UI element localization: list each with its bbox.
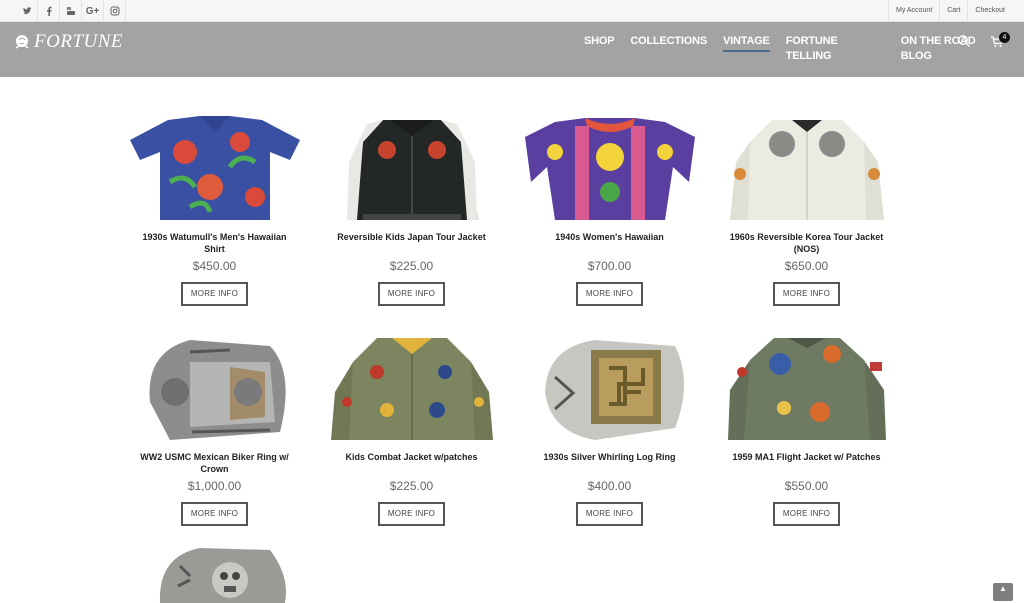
more-info-button[interactable]: MORE INFO bbox=[181, 282, 248, 306]
product-image[interactable] bbox=[130, 332, 300, 440]
search-icon[interactable] bbox=[957, 34, 971, 48]
more-info-button[interactable]: MORE INFO bbox=[378, 502, 445, 526]
product-price: $225.00 bbox=[389, 479, 434, 493]
youtube-icon[interactable] bbox=[60, 0, 82, 22]
product-price: $700.00 bbox=[587, 259, 632, 273]
more-info-button[interactable]: MORE INFO bbox=[378, 282, 445, 306]
google-plus-icon[interactable]: G+ bbox=[82, 0, 104, 22]
product-image[interactable] bbox=[130, 546, 300, 603]
product-card: 1940s Women's Hawaiian $700.00 MORE INFO bbox=[511, 112, 708, 306]
nav-collections[interactable]: COLLECTIONS bbox=[630, 34, 707, 52]
more-info-button[interactable]: MORE INFO bbox=[181, 502, 248, 526]
nav-fortune-telling[interactable]: FORTUNE TELLING bbox=[786, 34, 885, 62]
product-card: 1930s Silver Whirling Log Ring $400.00 M… bbox=[511, 332, 708, 526]
product-image[interactable] bbox=[524, 112, 695, 220]
twitter-icon[interactable] bbox=[16, 0, 38, 22]
product-title[interactable]: Reversible Kids Japan Tour Jacket bbox=[313, 231, 510, 257]
product-image[interactable] bbox=[722, 332, 892, 440]
site-logo[interactable]: FORTUNE bbox=[12, 30, 123, 54]
product-card: WW2 USMC Mexican Biker Ring w/ Crown $1,… bbox=[116, 332, 313, 526]
chevron-up-icon: ▲ bbox=[999, 584, 1007, 593]
cart-link[interactable]: Cart bbox=[939, 0, 967, 22]
product-card: 1930s Watumull's Men's Hawaiian Shirt $4… bbox=[116, 112, 313, 306]
product-image[interactable] bbox=[327, 332, 497, 440]
product-card: Reversible Kids Japan Tour Jacket $225.0… bbox=[313, 112, 510, 306]
product-price: $400.00 bbox=[587, 479, 632, 493]
social-links: G+ bbox=[16, 0, 126, 22]
product-card: 1959 MA1 Flight Jacket w/ Patches $550.0… bbox=[708, 332, 905, 526]
product-image[interactable] bbox=[722, 112, 892, 220]
more-info-button[interactable]: MORE INFO bbox=[773, 502, 840, 526]
my-account-link[interactable]: My Account bbox=[888, 0, 939, 22]
logo-wordmark: FORTUNE bbox=[34, 31, 123, 52]
top-utility-bar: G+ My Account Cart Checkout bbox=[0, 0, 1024, 22]
product-title[interactable]: 1959 MA1 Flight Jacket w/ Patches bbox=[708, 451, 905, 477]
account-links: My Account Cart Checkout bbox=[888, 0, 1012, 22]
product-price: $450.00 bbox=[192, 259, 237, 273]
product-image[interactable] bbox=[327, 112, 497, 220]
nav-vintage[interactable]: VINTAGE bbox=[723, 34, 770, 52]
site-header: FORTUNE SHOP COLLECTIONS VINTAGE FORTUNE… bbox=[0, 22, 1024, 77]
product-title[interactable]: 1960s Reversible Korea Tour Jacket (NOS) bbox=[708, 231, 905, 257]
product-title[interactable]: 1940s Women's Hawaiian bbox=[511, 231, 708, 257]
product-card bbox=[116, 546, 313, 603]
product-title[interactable]: WW2 USMC Mexican Biker Ring w/ Crown bbox=[116, 451, 313, 477]
more-info-button[interactable]: MORE INFO bbox=[576, 502, 643, 526]
back-to-top-button[interactable]: ▲ bbox=[993, 583, 1013, 601]
product-title[interactable]: Kids Combat Jacket w/patches bbox=[313, 451, 510, 477]
product-price: $1,000.00 bbox=[187, 479, 242, 493]
checkout-link[interactable]: Checkout bbox=[967, 0, 1012, 22]
instagram-icon[interactable] bbox=[104, 0, 126, 22]
product-price: $550.00 bbox=[784, 479, 829, 493]
product-card: 1960s Reversible Korea Tour Jacket (NOS)… bbox=[708, 112, 905, 306]
cart-count-badge: 4 bbox=[999, 32, 1010, 43]
more-info-button[interactable]: MORE INFO bbox=[576, 282, 643, 306]
product-price: $650.00 bbox=[784, 259, 829, 273]
product-card: Kids Combat Jacket w/patches $225.00 MOR… bbox=[313, 332, 510, 526]
nav-shop[interactable]: SHOP bbox=[584, 34, 615, 52]
facebook-icon[interactable] bbox=[38, 0, 60, 22]
more-info-button[interactable]: MORE INFO bbox=[773, 282, 840, 306]
product-image[interactable] bbox=[129, 112, 300, 220]
product-image[interactable] bbox=[525, 332, 695, 440]
product-price: $225.00 bbox=[389, 259, 434, 273]
product-title[interactable]: 1930s Watumull's Men's Hawaiian Shirt bbox=[116, 231, 313, 257]
product-title[interactable]: 1930s Silver Whirling Log Ring bbox=[511, 451, 708, 477]
rose-logo-icon bbox=[15, 35, 29, 49]
